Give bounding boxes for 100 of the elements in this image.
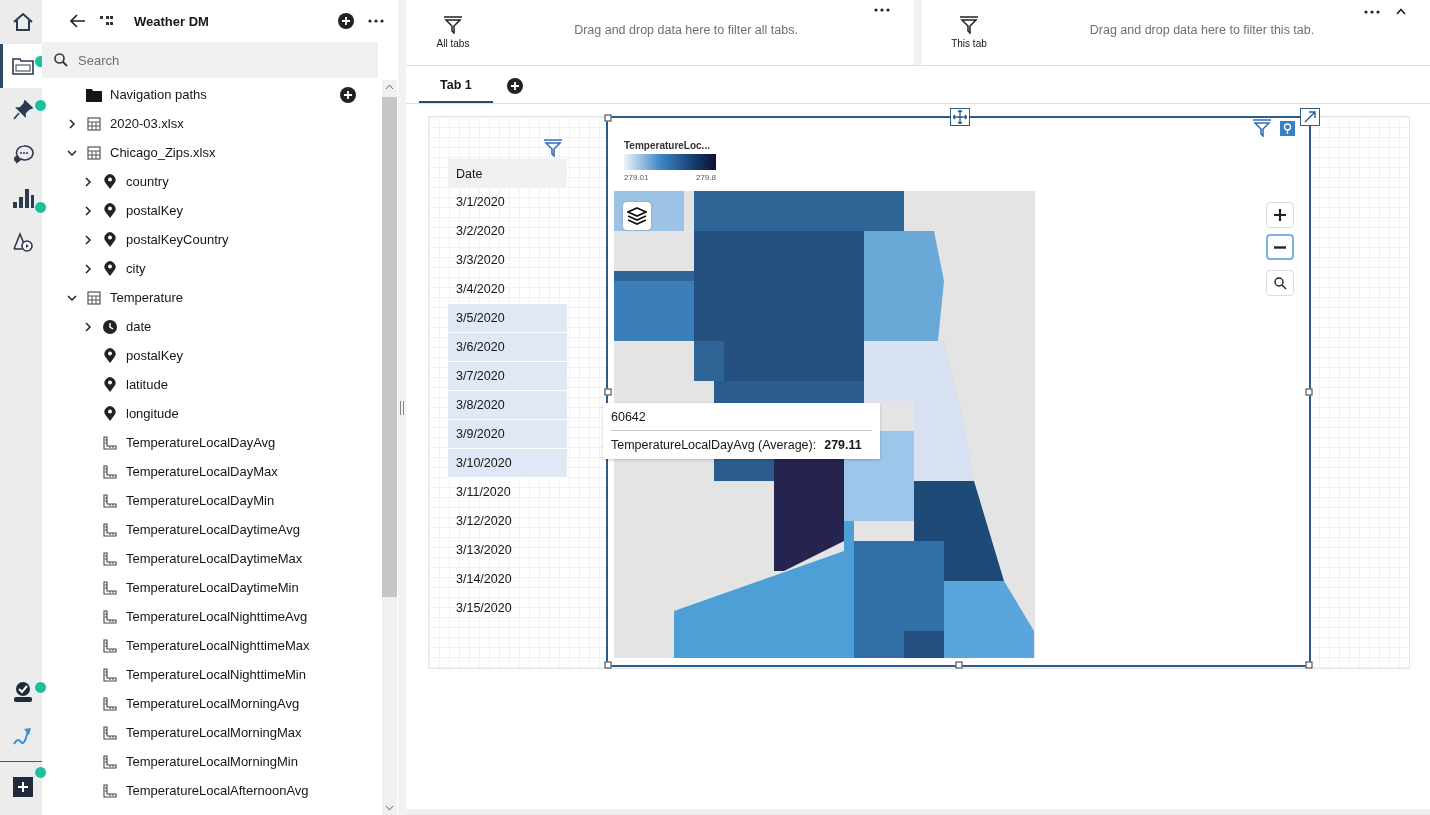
- list-item[interactable]: 3/4/2020: [448, 275, 567, 304]
- tree-item[interactable]: TemperatureLocalMorningMax: [126, 725, 302, 740]
- chevron-icon[interactable]: [67, 292, 77, 303]
- list-item[interactable]: 3/14/2020: [448, 565, 567, 594]
- zoom-out-button[interactable]: [1266, 234, 1294, 260]
- chat-icon: [11, 143, 34, 165]
- add-icon: [12, 777, 33, 797]
- resize-handle[interactable]: [604, 114, 612, 122]
- filter-drop-zone[interactable]: All tabs Drag and drop data here to filter all tabs.: [406, 0, 914, 65]
- location-pin-icon[interactable]: [1280, 120, 1295, 136]
- list-item[interactable]: 3/1/2020: [448, 188, 567, 217]
- list-item[interactable]: 3/2/2020: [448, 217, 567, 246]
- tree-item[interactable]: TemperatureLocalMorningAvg: [126, 696, 300, 711]
- column-header: Date: [448, 159, 567, 188]
- scroll-up-icon[interactable]: [385, 84, 394, 90]
- list-item[interactable]: 3/8/2020: [448, 391, 567, 420]
- list-item[interactable]: 3/3/2020: [448, 246, 567, 275]
- tree-item[interactable]: latitude: [126, 377, 168, 392]
- tree-item[interactable]: Chicago_Zips.xlsx: [110, 145, 216, 160]
- tab[interactable]: Tab 1: [419, 68, 493, 103]
- tree-item[interactable]: TemperatureLocalNighttimeMin: [126, 667, 306, 682]
- scrollbar[interactable]: [382, 80, 397, 815]
- tree-item[interactable]: postalKey: [126, 348, 184, 363]
- location-pin-icon: [104, 203, 116, 218]
- list-item[interactable]: 3/12/2020: [448, 507, 567, 536]
- add-icon[interactable]: [340, 86, 356, 103]
- scroll-down-icon[interactable]: [385, 805, 394, 811]
- filter-drop-zone[interactable]: This tab Drag and drop data here to filter this tab.: [914, 0, 1430, 65]
- tree-item[interactable]: TemperatureLocalDayAvg: [126, 435, 276, 450]
- chevron-icon[interactable]: [83, 176, 93, 187]
- list-item[interactable]: 3/10/2020: [448, 449, 567, 478]
- more-icon[interactable]: [1364, 9, 1380, 14]
- list-item[interactable]: 3/13/2020: [448, 536, 567, 565]
- bar-chart-icon: [11, 187, 34, 209]
- legend-title: TemperatureLoc...: [624, 140, 711, 151]
- resize-handle[interactable]: [1305, 388, 1313, 395]
- tree-item[interactable]: TemperatureLocalDayMax: [126, 464, 278, 479]
- chevron-icon[interactable]: [83, 263, 93, 274]
- layers-button[interactable]: [623, 202, 651, 230]
- list-item[interactable]: 3/7/2020: [448, 362, 567, 391]
- data-source-icon: [11, 57, 34, 75]
- add-icon[interactable]: [338, 13, 354, 29]
- more-icon[interactable]: [368, 19, 384, 23]
- tree-item[interactable]: TemperatureLocalNighttimeAvg: [126, 609, 308, 624]
- tree-item[interactable]: TemperatureLocalDaytimeMin: [126, 580, 299, 595]
- ruler-icon: [103, 725, 117, 740]
- list-item[interactable]: 3/5/2020: [448, 304, 567, 333]
- search-field[interactable]: Search: [42, 42, 378, 78]
- ruler-icon: [103, 667, 117, 682]
- plus-icon: [1274, 209, 1286, 221]
- list-item[interactable]: 3/9/2020: [448, 420, 567, 449]
- resize-handle[interactable]: [604, 661, 612, 669]
- tree-item[interactable]: TemperatureLocalAfternoonAvg: [126, 783, 309, 798]
- tree-item[interactable]: postalKeyCountry: [126, 232, 229, 247]
- chevron-icon[interactable]: [83, 321, 93, 332]
- ruler-icon: [103, 638, 117, 653]
- tree-item[interactable]: TemperatureLocalNighttimeMax: [126, 638, 310, 653]
- filter-icon[interactable]: [959, 16, 979, 34]
- table-icon: [87, 116, 101, 131]
- drop-hint: Drag and drop data here to filter all tabs.: [573, 22, 799, 37]
- back-arrow-icon[interactable]: [70, 14, 86, 28]
- location-pin-icon: [104, 377, 116, 392]
- tree-item[interactable]: postalKey: [126, 203, 184, 218]
- resize-handle[interactable]: [604, 388, 612, 395]
- chevron-icon[interactable]: [67, 147, 77, 158]
- legend-value: 279.01: [624, 173, 649, 182]
- tree-item[interactable]: Temperature: [110, 290, 183, 305]
- minus-icon: [1274, 245, 1286, 249]
- search-button[interactable]: [1266, 270, 1294, 296]
- expand-button[interactable]: [1300, 108, 1320, 126]
- resize-handle[interactable]: [1305, 661, 1313, 669]
- tree-item[interactable]: city: [126, 261, 146, 276]
- collapse-icon[interactable]: [1396, 8, 1406, 15]
- tree-item[interactable]: country: [126, 174, 169, 189]
- tree-item[interactable]: TemperatureLocalMorningMin: [126, 754, 298, 769]
- layers-icon: [627, 206, 647, 226]
- chevron-icon[interactable]: [67, 118, 77, 129]
- add-tab-icon[interactable]: [506, 77, 523, 94]
- ruler-icon: [103, 464, 117, 479]
- list-item[interactable]: 3/15/2020: [448, 594, 567, 623]
- ruler-icon: [103, 435, 117, 450]
- tree-item[interactable]: TemperatureLocalDayMin: [126, 493, 275, 508]
- more-icon[interactable]: [874, 8, 890, 12]
- tree-item[interactable]: 2020-03.xlsx: [110, 116, 184, 131]
- resize-handle[interactable]: [955, 661, 962, 669]
- ruler-icon: [103, 551, 117, 566]
- table-icon: [87, 145, 101, 160]
- tree-item[interactable]: TemperatureLocalDaytimeMax: [126, 551, 303, 566]
- list-item[interactable]: 3/6/2020: [448, 333, 567, 362]
- move-handle[interactable]: [950, 108, 970, 126]
- filter-scope-label: This tab: [951, 38, 987, 49]
- tree-item[interactable]: date: [126, 319, 152, 334]
- chevron-icon[interactable]: [83, 234, 93, 245]
- list-item[interactable]: 3/11/2020: [448, 478, 567, 507]
- tree-item[interactable]: longitude: [126, 406, 179, 421]
- zoom-in-button[interactable]: [1266, 202, 1294, 228]
- chevron-icon[interactable]: [83, 205, 93, 216]
- tree-item[interactable]: Navigation paths: [110, 87, 207, 102]
- filter-icon[interactable]: [443, 16, 463, 34]
- tree-item[interactable]: TemperatureLocalDaytimeAvg: [126, 522, 300, 537]
